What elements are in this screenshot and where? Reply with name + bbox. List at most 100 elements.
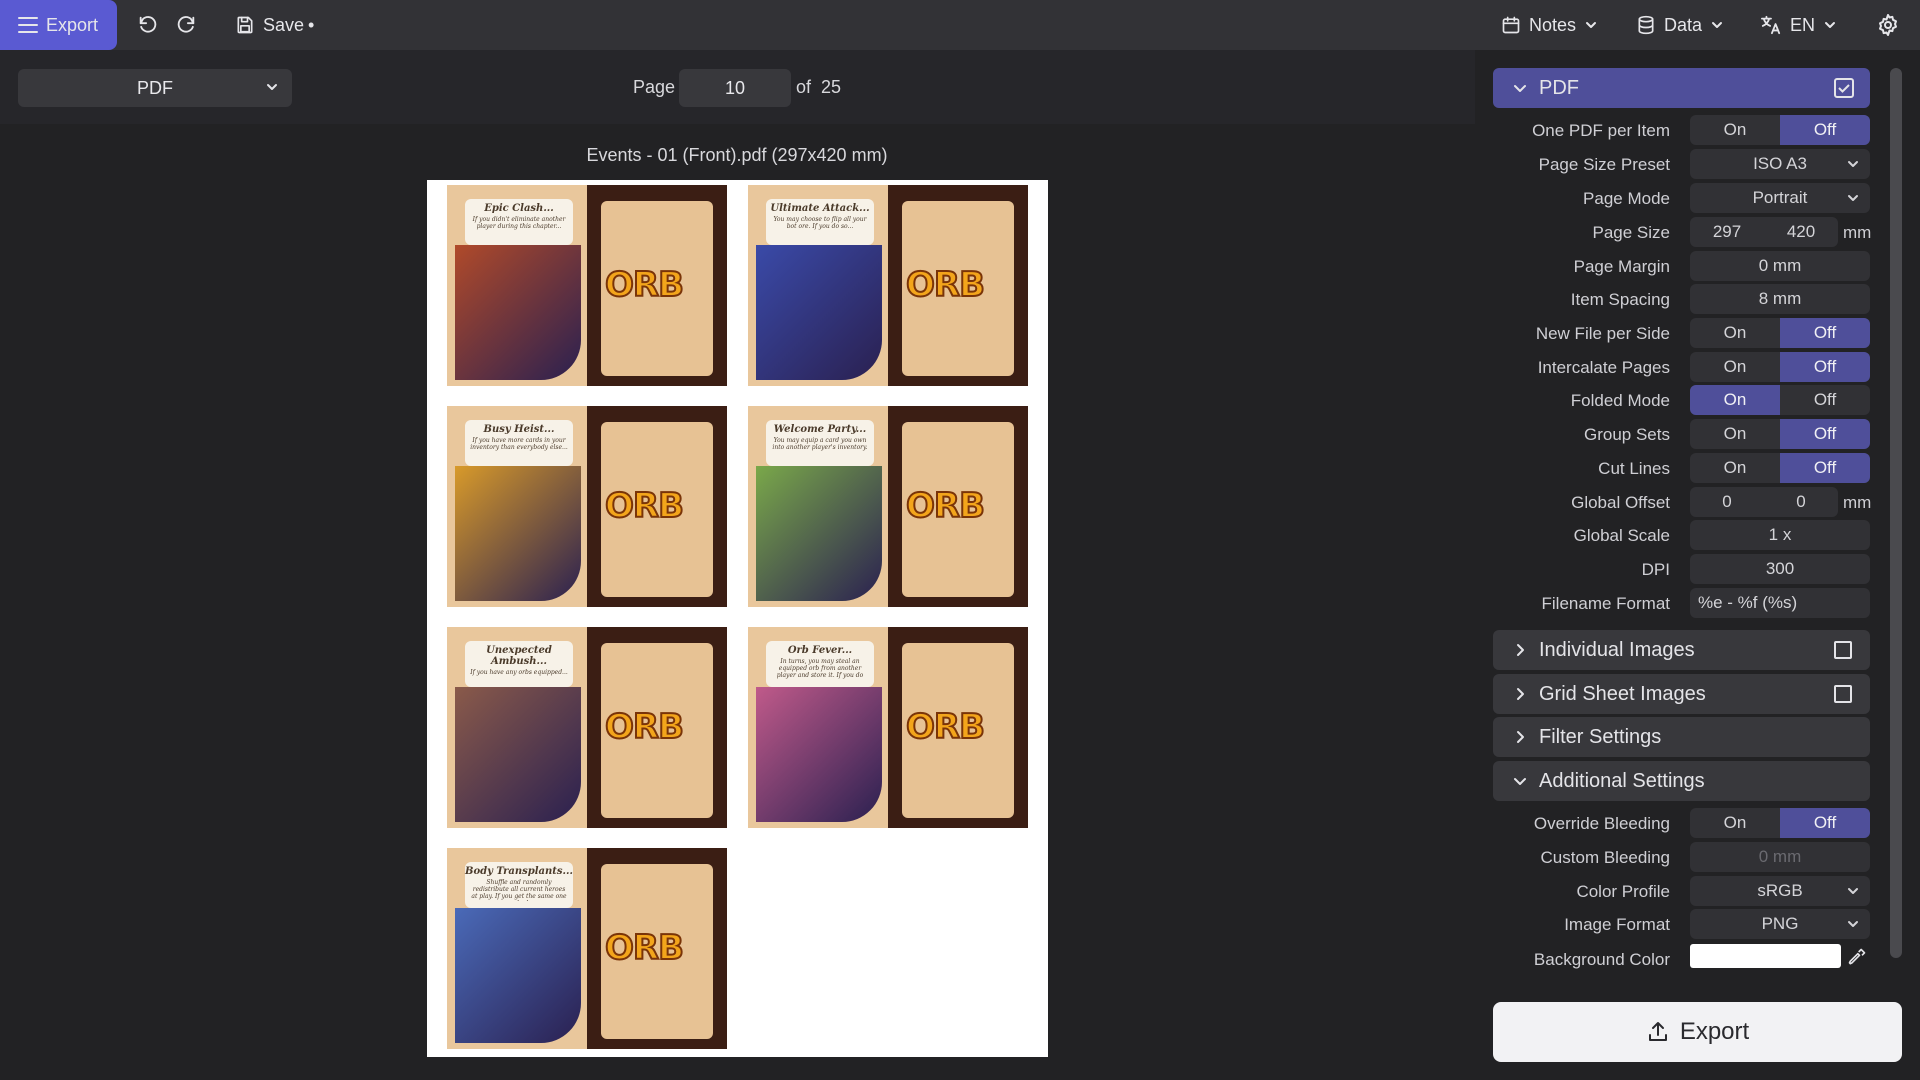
save-button[interactable]: Save •	[235, 0, 314, 50]
export-format-select[interactable]: PDF	[18, 69, 292, 107]
data-menu-button[interactable]: Data	[1636, 0, 1724, 50]
checkbox-icon[interactable]	[1834, 685, 1852, 703]
x-input[interactable]: 0	[1690, 487, 1764, 517]
y-input[interactable]: 0	[1764, 487, 1838, 517]
setting-label: Page Mode	[1583, 189, 1670, 208]
on-off-toggle[interactable]: On Off	[1690, 419, 1870, 449]
chevron-right-icon	[1517, 731, 1524, 743]
toggle-off[interactable]: Off	[1780, 808, 1870, 838]
setting-label: Page Size Preset	[1538, 155, 1670, 174]
toggle-on[interactable]: On	[1690, 318, 1780, 348]
page-number-input[interactable]: 10	[679, 69, 791, 107]
input-field[interactable]: 8 mm	[1690, 284, 1870, 314]
select-field[interactable]: Portrait	[1690, 183, 1870, 213]
card-front: Ultimate Attack... You may choose to flip…	[748, 185, 888, 386]
export-menu-button[interactable]: Export	[0, 0, 117, 50]
height-input[interactable]: 420	[1764, 217, 1838, 247]
input-field[interactable]: 0 mm	[1690, 251, 1870, 281]
export-button[interactable]: Export	[1493, 1002, 1902, 1062]
panel-scrollbar[interactable]	[1890, 68, 1902, 958]
save-icon	[237, 16, 253, 34]
toggle-off[interactable]: Off	[1780, 318, 1870, 348]
card-title: Epic Clash...	[484, 203, 554, 214]
section-additional-settings-title: Additional Settings	[1539, 769, 1705, 792]
redo-icon	[177, 16, 195, 33]
checkbox-icon[interactable]	[1834, 641, 1852, 659]
input-field[interactable]: %e - %f (%s)	[1690, 588, 1870, 618]
notes-menu-button[interactable]: Notes	[1501, 0, 1598, 50]
on-off-toggle[interactable]: On Off	[1690, 453, 1870, 483]
chevron-down-icon	[267, 84, 277, 90]
input-field[interactable]: 300	[1690, 554, 1870, 584]
select-value: PNG	[1761, 914, 1799, 933]
redo-button[interactable]	[175, 0, 197, 50]
on-off-toggle[interactable]: On Off	[1690, 318, 1870, 348]
dual-input[interactable]: 297 420	[1690, 217, 1838, 247]
toggle-off[interactable]: Off	[1780, 115, 1870, 145]
card-text: If you have any orbs equipped...	[470, 669, 568, 676]
toggle-off[interactable]: Off	[1780, 453, 1870, 483]
select-field[interactable]: PNG	[1690, 909, 1870, 939]
card-front: Body Transplants... Shuffle and randomly …	[447, 848, 587, 1049]
eyedropper-icon[interactable]	[1847, 947, 1867, 967]
setting-label: Folded Mode	[1570, 391, 1670, 410]
toggle-on[interactable]: On	[1690, 453, 1780, 483]
section-pdf[interactable]: PDF	[1493, 68, 1870, 108]
setting-label: Page Margin	[1573, 257, 1670, 276]
settings-button[interactable]	[1876, 0, 1900, 50]
setting-row-new-file-per-side: New File per Side On Off	[1493, 318, 1870, 348]
color-swatch[interactable]	[1690, 944, 1841, 968]
database-icon	[1638, 15, 1654, 35]
card-banner: Orb Fever... In turns, you may steal an e…	[766, 641, 874, 687]
dual-input[interactable]: 00	[1690, 487, 1838, 517]
toggle-on[interactable]: On	[1690, 352, 1780, 382]
checkbox-checked-icon[interactable]	[1834, 78, 1854, 98]
section-grid-sheet-images-title: Grid Sheet Images	[1539, 682, 1706, 705]
toggle-on[interactable]: On	[1690, 419, 1780, 449]
toggle-off[interactable]: Off	[1780, 419, 1870, 449]
section-additional-settings[interactable]: Additional Settings	[1493, 761, 1870, 801]
toggle-off[interactable]: Off	[1780, 352, 1870, 382]
card-logo: ORB	[604, 264, 685, 306]
setting-label: Page Size	[1592, 223, 1671, 242]
card-back: ORB	[587, 848, 727, 1049]
setting-row-global-offset: Global Offset 0 0 mm	[1493, 487, 1871, 517]
width-input[interactable]: 297	[1690, 217, 1764, 247]
on-off-toggle[interactable]: On Off	[1690, 352, 1870, 382]
toggle-on[interactable]: On	[1690, 385, 1780, 415]
setting-label: Background Color	[1533, 950, 1670, 969]
input-value: 1 x	[1768, 525, 1792, 544]
toggle-off[interactable]: Off	[1780, 385, 1870, 415]
setting-row-cut-lines: Cut Lines On Off	[1493, 453, 1870, 483]
select-field[interactable]: ISO A3	[1690, 149, 1870, 179]
card-artwork	[455, 687, 581, 822]
card-text: If you have more cards in your inventory…	[470, 437, 568, 451]
section-filter-settings[interactable]: Filter Settings	[1493, 717, 1870, 757]
undo-button[interactable]	[137, 0, 159, 50]
chevron-down-icon	[1848, 161, 1858, 167]
section-grid-sheet-images[interactable]: Grid Sheet Images	[1493, 674, 1870, 714]
select-field[interactable]: sRGB	[1690, 876, 1870, 906]
language-menu-button[interactable]: EN	[1760, 0, 1837, 50]
toggle-on[interactable]: On	[1690, 808, 1780, 838]
on-off-toggle[interactable]: On Off	[1690, 808, 1870, 838]
card-artwork	[756, 466, 882, 601]
setting-label: Override Bleeding	[1533, 814, 1670, 833]
card-title: Unexpected Ambush...	[486, 645, 552, 667]
on-off-toggle[interactable]: On Off	[1690, 115, 1870, 145]
translate-icon	[1760, 15, 1781, 35]
chevron-down-icon	[1514, 85, 1526, 92]
toggle-on[interactable]: On	[1690, 115, 1780, 145]
card-front: Welcome Party... You may equip a card you…	[748, 406, 888, 607]
card-banner: Ultimate Attack... You may choose to flip…	[766, 199, 874, 245]
chevron-down-icon	[1848, 195, 1858, 201]
language-label: EN	[1790, 14, 1816, 35]
setting-row-override-bleeding: Override Bleeding On Off	[1493, 808, 1870, 838]
export-format-value: PDF	[137, 77, 173, 98]
on-off-toggle[interactable]: On Off	[1690, 385, 1870, 415]
card-text: Shuffle and randomly redistribute all cu…	[471, 879, 567, 901]
page-label: Page	[633, 77, 676, 97]
input-field[interactable]: 1 x	[1690, 520, 1870, 550]
section-individual-images[interactable]: Individual Images	[1493, 630, 1870, 670]
select-value: ISO A3	[1753, 154, 1807, 173]
